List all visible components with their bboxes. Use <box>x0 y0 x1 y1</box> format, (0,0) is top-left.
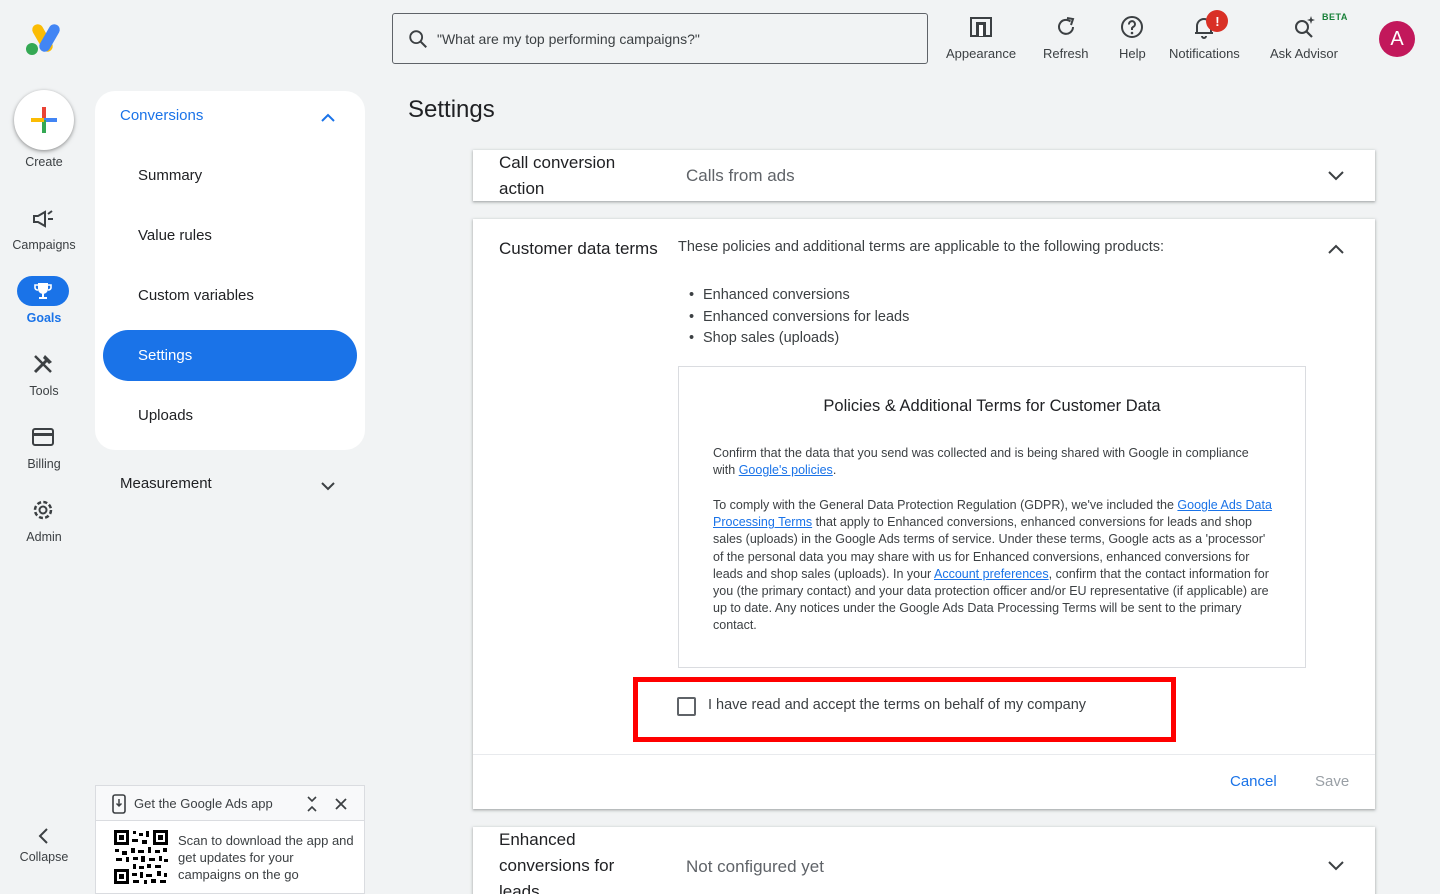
policy-text: . <box>832 463 837 478</box>
nav-item-custom-variables[interactable]: Custom variables <box>103 270 357 321</box>
chevron-down-icon[interactable] <box>1325 165 1347 187</box>
search-input[interactable] <box>437 30 907 47</box>
call-conversion-label: Call conversion action <box>499 153 616 198</box>
notifications-label: Notifications <box>1169 46 1240 61</box>
ask-advisor-label: Ask Advisor <box>1270 46 1338 61</box>
app-promo-header: Get the Google Ads app <box>96 786 364 821</box>
help-icon <box>1121 16 1144 38</box>
list-item: Enhanced conversions for leads <box>689 307 909 329</box>
phone-download-icon <box>112 794 126 814</box>
collapse-vertical-icon[interactable] <box>305 795 319 813</box>
products-list: Enhanced conversions Enhanced conversion… <box>689 285 909 350</box>
nav-item-settings[interactable]: Settings <box>103 330 357 381</box>
chevron-left-icon[interactable] <box>34 826 54 846</box>
tools-icon[interactable] <box>30 351 56 377</box>
divider <box>473 754 1375 755</box>
tools-label[interactable]: Tools <box>0 384 88 398</box>
notification-badge: ! <box>1206 10 1229 32</box>
chevron-up-icon[interactable] <box>319 109 337 127</box>
help-button[interactable]: Help <box>1119 14 1146 61</box>
refresh-button[interactable]: Refresh <box>1043 14 1089 61</box>
chevron-down-icon[interactable] <box>1325 855 1347 877</box>
appearance-label: Appearance <box>946 46 1017 61</box>
trophy-icon <box>34 283 52 299</box>
accept-terms-checkbox[interactable] <box>677 697 696 716</box>
policy-paragraph-1: Confirm that the data that you send was … <box>713 445 1273 479</box>
nav-item-summary[interactable]: Summary <box>103 150 357 201</box>
chevron-up-icon[interactable] <box>1325 238 1347 260</box>
admin-label[interactable]: Admin <box>0 530 88 544</box>
call-conversion-value: Calls from ads <box>686 166 795 185</box>
goals-label[interactable]: Goals <box>0 311 88 325</box>
qr-code-icon <box>113 829 169 885</box>
save-button[interactable]: Save <box>1315 773 1349 790</box>
policy-text: To comply with the General Data Protecti… <box>713 498 1178 512</box>
googles-policies-link[interactable]: Google's policies <box>739 463 833 477</box>
search-bar[interactable] <box>392 13 928 64</box>
app-promo-text: Scan to download the app and get updates… <box>178 833 354 882</box>
terms-intro-text: These policies and additional terms are … <box>678 239 1165 255</box>
policy-terms-box: Policies & Additional Terms for Customer… <box>678 366 1306 668</box>
policy-paragraph-2: To comply with the General Data Protecti… <box>713 497 1273 635</box>
appearance-button[interactable]: Appearance <box>946 14 1016 61</box>
collapse-label[interactable]: Collapse <box>0 850 88 864</box>
accept-terms-label[interactable]: I have read and accept the terms on beha… <box>708 697 1086 713</box>
campaigns-megaphone-icon[interactable] <box>30 206 56 232</box>
app-promo-title: Get the Google Ads app <box>134 796 273 811</box>
page-title: Settings <box>408 96 495 123</box>
app-promo-card: Get the Google Ads app Scan to download … <box>95 785 365 894</box>
create-label: Create <box>25 155 63 169</box>
nav-section-measurement[interactable]: Measurement <box>120 475 212 492</box>
admin-gear-icon[interactable] <box>30 497 56 523</box>
cancel-button[interactable]: Cancel <box>1230 773 1277 790</box>
goals-nav-button[interactable] <box>17 276 69 306</box>
billing-card-icon[interactable] <box>30 424 56 450</box>
refresh-label: Refresh <box>1043 46 1089 61</box>
create-button[interactable] <box>14 90 74 150</box>
ask-advisor-button[interactable]: BETA Ask Advisor <box>1270 12 1347 61</box>
nav-item-uploads[interactable]: Uploads <box>103 390 357 441</box>
list-item: Shop sales (uploads) <box>689 328 909 350</box>
refresh-icon <box>1057 17 1075 35</box>
beta-badge: BETA <box>1322 12 1348 22</box>
nav-section-conversions[interactable]: Conversions <box>120 107 203 124</box>
conversions-nav-panel: Conversions Summary Value rules Custom v… <box>95 91 365 450</box>
account-preferences-link[interactable]: Account preferences <box>934 567 1049 581</box>
campaigns-label[interactable]: Campaigns <box>0 238 88 252</box>
enhanced-conversions-value: Not configured yet <box>686 857 824 876</box>
advisor-sparkle-search-icon <box>1294 16 1315 38</box>
search-icon <box>409 29 427 48</box>
call-conversion-card[interactable]: Call conversion action Calls from ads <box>473 150 1375 201</box>
chevron-down-icon[interactable] <box>319 477 337 495</box>
appearance-icon <box>970 17 993 37</box>
nav-item-value-rules[interactable]: Value rules <box>103 210 357 261</box>
customer-data-terms-label: Customer data terms <box>499 239 658 258</box>
avatar[interactable]: A <box>1379 21 1415 57</box>
enhanced-conversions-card[interactable]: Enhanced conversions for leads Not confi… <box>473 827 1375 894</box>
list-item: Enhanced conversions <box>689 285 909 307</box>
close-icon[interactable] <box>334 797 348 811</box>
policy-title: Policies & Additional Terms for Customer… <box>823 397 1161 415</box>
enhanced-conversions-label: Enhanced conversions for leads <box>499 830 615 894</box>
plus-icon <box>31 107 57 133</box>
help-label: Help <box>1119 46 1146 61</box>
google-ads-logo-icon <box>26 24 60 55</box>
notifications-button[interactable]: ! Notifications <box>1169 10 1240 61</box>
billing-label[interactable]: Billing <box>0 457 88 471</box>
